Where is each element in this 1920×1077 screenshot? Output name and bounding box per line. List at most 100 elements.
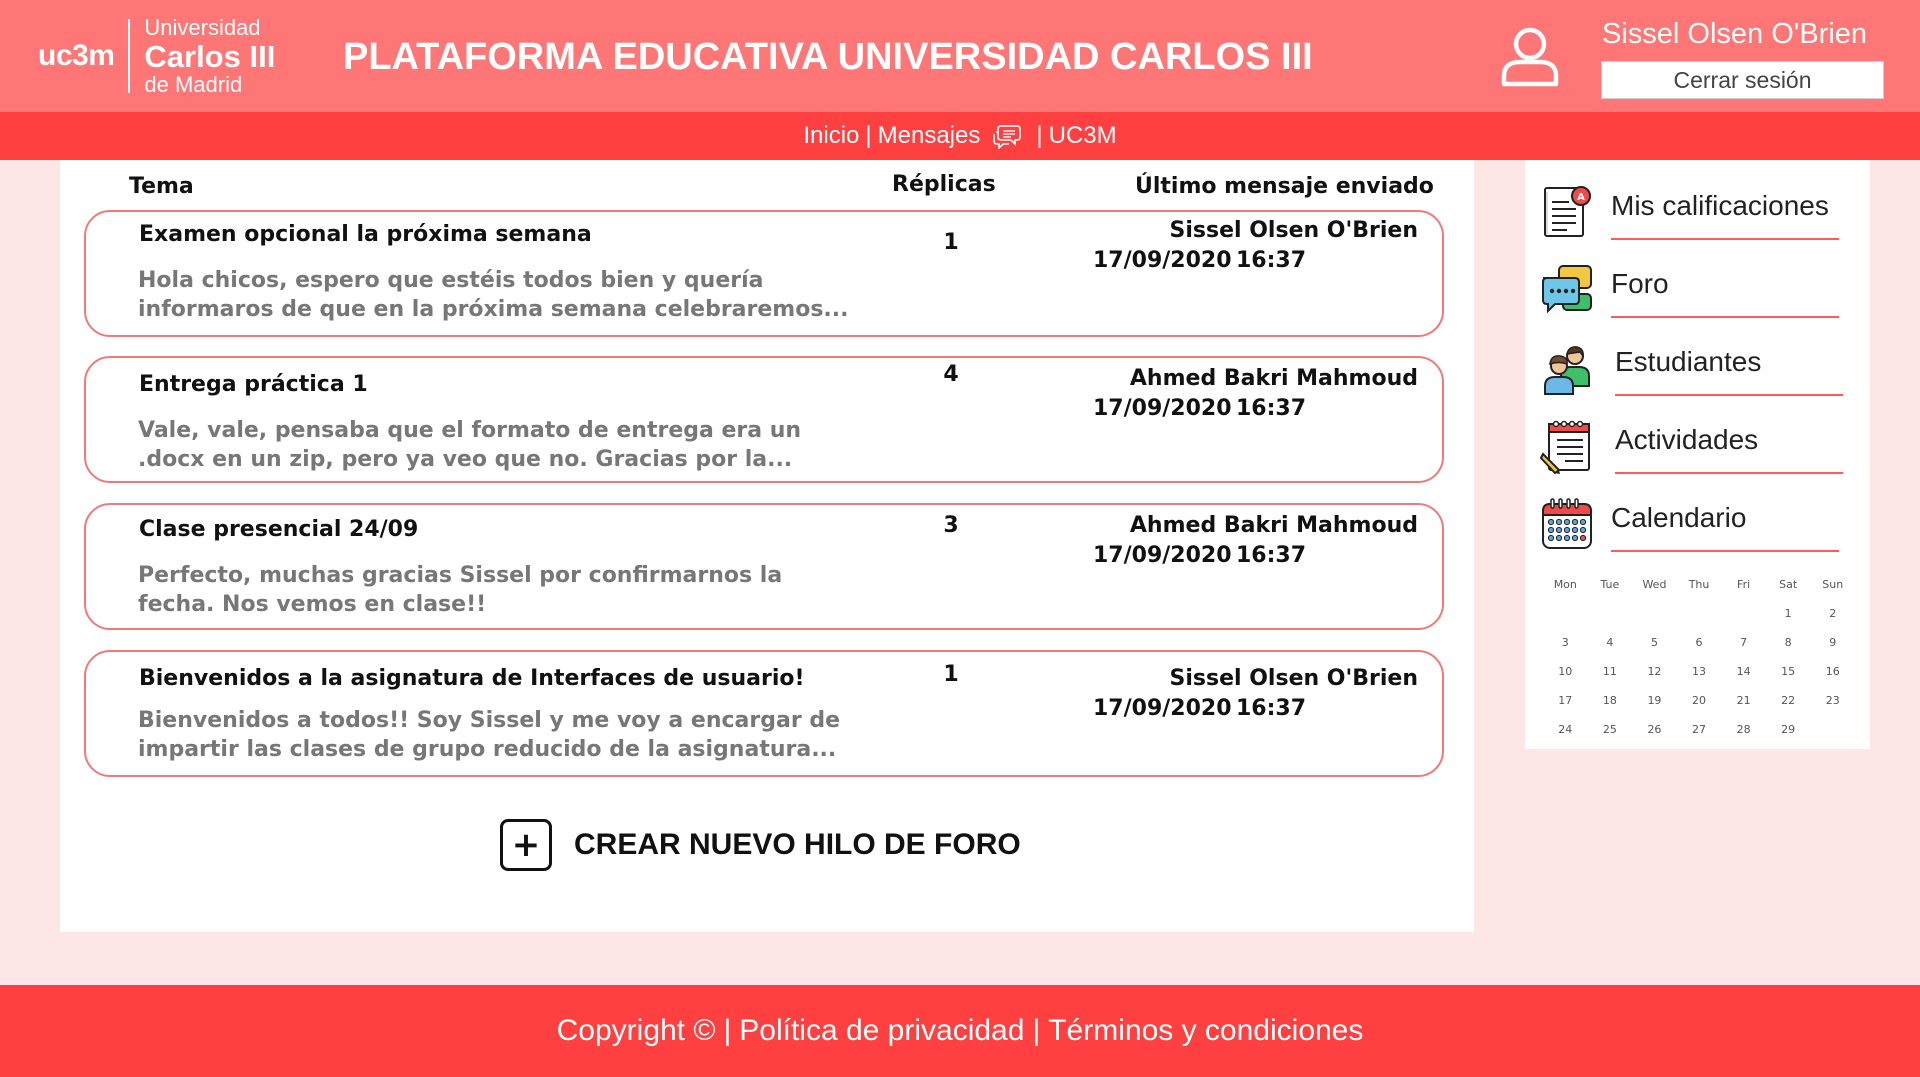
calendar-day[interactable]: 10 [1543,665,1588,678]
calendar-day[interactable]: 6 [1677,636,1722,649]
nav-separator: | [1036,122,1043,149]
forum-thread-row[interactable]: Entrega práctica 1 Vale, vale, pensaba q… [84,356,1444,483]
thread-preview: Hola chicos, espero que estéis todos bie… [138,268,849,322]
calendar-weekday: Thu [1688,578,1710,591]
thread-title[interactable]: Clase presencial 24/09 [139,517,418,542]
footer-privacy-link[interactable]: Política de privacidad [739,1014,1024,1048]
thread-preview: Perfecto, muchas gracias Sissel por conf… [138,563,783,617]
nav-messages-link[interactable]: Mensajes [878,122,981,150]
create-thread-label[interactable]: CREAR NUEVO HILO DE FORO [574,828,1021,862]
uc3m-logo[interactable]: uc3m Universidad Carlos III de Madrid [38,14,275,97]
column-header-replies: Réplicas [892,172,996,197]
calendar-day[interactable]: 16 [1810,665,1855,678]
breadcrumb: Inicio | Mensajes | UC3M [0,112,1920,160]
forum-thread-row[interactable]: Examen opcional la próxima semana Hola c… [84,210,1444,337]
calendar-weekday: Mon [1553,578,1577,591]
column-header-topic: Tema [129,174,194,199]
user-profile-icon[interactable] [1500,26,1560,88]
calendar-day[interactable]: 8 [1766,636,1811,649]
calendar-day[interactable]: 1 [1766,607,1811,620]
sidebar: A Mis calificaciones Foro Estudiantes Ac… [1525,160,1870,749]
forum-panel: Tema Réplicas Último mensaje enviado Exa… [60,160,1474,932]
logo-line-1: Universidad [144,14,261,40]
sidebar-item-calendar[interactable]: Calendario [1539,490,1859,554]
calendar-day[interactable]: 26 [1632,723,1677,736]
calendar-day[interactable]: 13 [1677,665,1722,678]
calendar-day[interactable]: 11 [1588,665,1633,678]
logo-text: Universidad Carlos III de Madrid [144,14,275,97]
sidebar-item-label[interactable]: Foro [1611,268,1669,300]
thread-last-author: Sissel Olsen O'Brien [1169,218,1418,243]
calendar-day[interactable]: 12 [1632,665,1677,678]
sidebar-item-label[interactable]: Calendario [1611,502,1746,534]
create-thread-button[interactable]: + CREAR NUEVO HILO DE FORO [500,818,1021,872]
nav-uc3m-link[interactable]: UC3M [1049,122,1117,150]
sidebar-item-grades[interactable]: A Mis calificaciones [1539,178,1859,242]
sidebar-item-underline [1611,550,1839,552]
sidebar-item-students[interactable]: Estudiantes [1539,334,1859,398]
sidebar-item-activities[interactable]: Actividades [1539,412,1859,476]
footer-terms-link[interactable]: Términos y condiciones [1048,1014,1363,1048]
calendar-day[interactable]: 28 [1721,723,1766,736]
svg-text:A: A [1577,192,1585,203]
thread-last-time: 16:37 [1236,248,1307,273]
calendar-weekday-row: Mon Tue Wed Thu Fri Sat Sun [1543,570,1855,599]
students-icon [1544,346,1590,395]
nav-home-link[interactable]: Inicio [803,122,859,150]
logout-button[interactable]: Cerrar sesión [1601,61,1884,99]
thread-title[interactable]: Entrega práctica 1 [139,372,368,397]
sidebar-item-underline [1615,394,1843,396]
calendar-day[interactable]: 14 [1721,665,1766,678]
thread-last-time: 16:37 [1236,543,1307,568]
forum-chat-icon [1542,265,1592,314]
forum-thread-row[interactable]: Clase presencial 24/09 Perfecto, muchas … [84,503,1444,630]
calendar-day[interactable]: 25 [1588,723,1633,736]
calendar-day[interactable]: 2 [1810,607,1855,620]
mini-calendar: Mon Tue Wed Thu Fri Sat Sun 1 2 3 4 5 6 … [1543,570,1855,744]
thread-preview: Vale, vale, pensaba que el formato de en… [138,418,802,472]
logo-divider [128,19,131,93]
thread-replies-count: 1 [943,230,959,255]
calendar-day[interactable]: 17 [1543,694,1588,707]
logo-line-3: de Madrid [144,71,243,97]
calendar-day[interactable]: 4 [1588,636,1633,649]
sidebar-item-label[interactable]: Estudiantes [1615,346,1761,378]
footer-separator: | [1032,1014,1041,1047]
footer-separator: | [723,1014,732,1047]
thread-last-author: Ahmed Bakri Mahmoud [1129,513,1418,538]
sidebar-item-forum[interactable]: Foro [1539,256,1859,320]
calendar-day[interactable]: 5 [1632,636,1677,649]
plus-square-icon[interactable]: + [500,819,552,871]
calendar-day[interactable]: 20 [1677,694,1722,707]
calendar-day[interactable]: 15 [1766,665,1811,678]
page-title: PLATAFORMA EDUCATIVA UNIVERSIDAD CARLOS … [343,36,1313,78]
calendar-weekday: Fri [1737,578,1751,591]
thread-last-author: Ahmed Bakri Mahmoud [1129,366,1418,391]
calendar-week-row: 10 11 12 13 14 15 16 [1543,657,1855,686]
sidebar-item-label[interactable]: Actividades [1615,424,1758,456]
footer-copyright-link[interactable]: Copyright © [557,1014,716,1048]
calendar-day[interactable]: 9 [1810,636,1855,649]
calendar-day[interactable]: 23 [1810,694,1855,707]
calendar-day[interactable]: 21 [1721,694,1766,707]
calendar-day[interactable]: 19 [1632,694,1677,707]
calendar-day[interactable]: 22 [1766,694,1811,707]
calendar-weekday: Sun [1822,578,1844,591]
calendar-day[interactable]: 29 [1766,723,1811,736]
calendar-day[interactable]: 27 [1677,723,1722,736]
sidebar-item-underline [1615,472,1843,474]
thread-title[interactable]: Examen opcional la próxima semana [139,222,592,247]
thread-title[interactable]: Bienvenidos a la asignatura de Interface… [139,666,805,691]
forum-thread-row[interactable]: Bienvenidos a la asignatura de Interface… [84,650,1444,777]
logo-short: uc3m [38,39,115,72]
thread-last-date: 17/09/2020 [1093,248,1232,273]
thread-last-author: Sissel Olsen O'Brien [1169,666,1418,691]
header: uc3m Universidad Carlos III de Madrid PL… [0,0,1920,112]
sidebar-item-label[interactable]: Mis calificaciones [1611,190,1829,222]
thread-last-date: 17/09/2020 [1093,696,1232,721]
calendar-day[interactable]: 7 [1721,636,1766,649]
calendar-day[interactable]: 24 [1543,723,1588,736]
calendar-day[interactable]: 3 [1543,636,1588,649]
calendar-weekday: Wed [1642,578,1667,591]
calendar-day[interactable]: 18 [1588,694,1633,707]
